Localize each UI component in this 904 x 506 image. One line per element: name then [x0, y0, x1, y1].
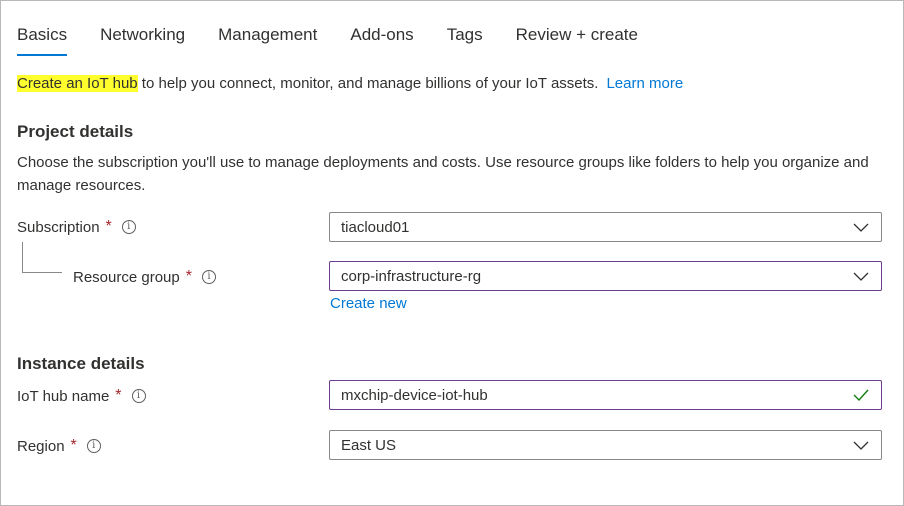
info-icon[interactable]: i: [201, 270, 216, 284]
chevron-down-icon: [853, 272, 869, 281]
subscription-dropdown[interactable]: tiacloud01: [329, 212, 882, 242]
learn-more-link[interactable]: Learn more: [606, 75, 683, 92]
required-asterisk: *: [185, 268, 192, 285]
region-value: East US: [341, 436, 397, 454]
create-iot-hub-panel: Basics Networking Management Add-ons Tag…: [0, 0, 904, 506]
tab-tags[interactable]: Tags: [447, 25, 483, 56]
resource-group-dropdown[interactable]: corp-infrastructure-rg: [329, 261, 882, 291]
region-label-text: Region: [17, 437, 65, 455]
subscription-label: Subscription * i: [17, 216, 136, 238]
tab-networking[interactable]: Networking: [100, 25, 185, 56]
hub-name-value: mxchip-device-iot-hub: [341, 386, 488, 404]
tab-add-ons[interactable]: Add-ons: [350, 25, 413, 56]
required-asterisk: *: [115, 387, 122, 404]
create-new-link[interactable]: Create new: [330, 295, 407, 312]
required-asterisk: *: [105, 218, 112, 235]
info-icon[interactable]: i: [86, 439, 101, 453]
hub-name-label: IoT hub name * i: [17, 385, 146, 407]
tree-connector: [22, 272, 62, 273]
subscription-value: tiacloud01: [341, 218, 410, 236]
checkmark-icon: [853, 389, 869, 402]
tab-review-create[interactable]: Review + create: [516, 25, 638, 56]
resource-group-value: corp-infrastructure-rg: [341, 267, 482, 285]
chevron-down-icon: [853, 223, 869, 232]
instance-details-heading: Instance details: [17, 354, 145, 373]
region-dropdown[interactable]: East US: [329, 430, 882, 460]
required-asterisk: *: [70, 437, 77, 454]
info-icon[interactable]: i: [131, 389, 146, 403]
intro-highlight: Create an IoT hub: [17, 75, 138, 92]
hub-name-input[interactable]: mxchip-device-iot-hub: [329, 380, 882, 410]
tree-connector: [22, 242, 23, 272]
project-details-heading: Project details: [17, 122, 134, 141]
intro-body: to help you connect, monitor, and manage…: [137, 75, 599, 92]
chevron-down-icon: [853, 441, 869, 450]
subscription-label-text: Subscription: [17, 218, 100, 236]
tab-management[interactable]: Management: [218, 25, 317, 56]
resource-group-label: Resource group * i: [73, 266, 216, 288]
info-icon[interactable]: i: [121, 220, 136, 234]
intro-text: Create an IoT hub to help you connect, m…: [17, 74, 683, 94]
resource-group-label-text: Resource group: [73, 268, 180, 286]
project-details-description: Choose the subscription you'll use to ma…: [17, 154, 869, 194]
region-label: Region * i: [17, 435, 101, 457]
wizard-tabs: Basics Networking Management Add-ons Tag…: [17, 25, 671, 57]
hub-name-label-text: IoT hub name: [17, 387, 110, 405]
tab-basics[interactable]: Basics: [17, 25, 68, 56]
